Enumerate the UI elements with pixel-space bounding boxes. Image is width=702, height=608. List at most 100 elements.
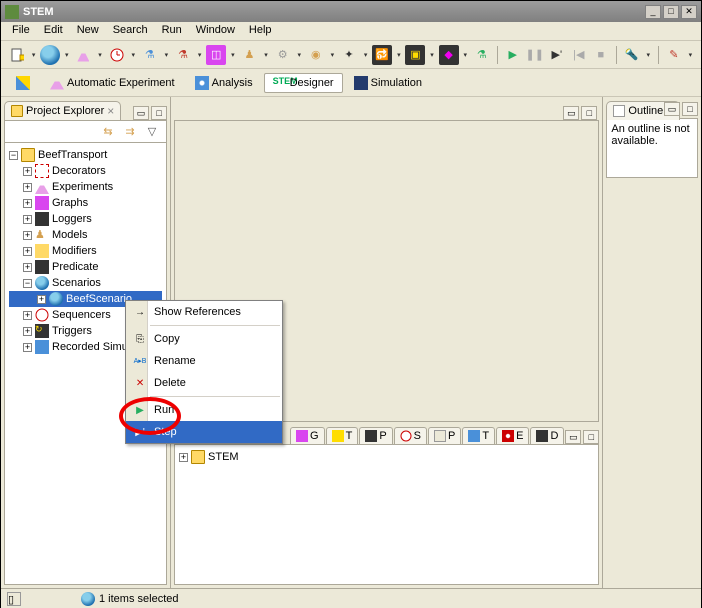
expand-icon[interactable]: + (23, 231, 32, 240)
expand-icon[interactable]: + (23, 343, 32, 352)
flask-red-dropdown[interactable]: ▾ (195, 46, 204, 64)
tree-folder-experiments[interactable]: +Experiments (9, 179, 162, 195)
expand-icon[interactable]: + (37, 295, 46, 304)
bottom-minimize-button[interactable]: ▭ (565, 430, 581, 444)
logger-button[interactable]: ◆ (439, 45, 459, 65)
expand-icon[interactable]: + (23, 167, 32, 176)
expand-icon[interactable]: + (23, 311, 32, 320)
outline-minimize-button[interactable]: ▭ (664, 102, 680, 116)
view-minimize-button[interactable]: ▭ (133, 106, 149, 120)
ctx-show-references[interactable]: →Show References (126, 301, 282, 323)
ctx-run[interactable]: ▶Run (126, 399, 282, 421)
search-dropdown[interactable]: ▾ (644, 46, 653, 64)
scenario-button[interactable] (40, 45, 60, 65)
bottom-tab-e[interactable]: E (496, 427, 529, 444)
perspective-automatic-experiment[interactable]: Automatic Experiment (41, 73, 184, 93)
maximize-button[interactable]: □ (663, 5, 679, 19)
expand-icon[interactable]: + (23, 183, 32, 192)
label-button[interactable]: ◉ (306, 45, 326, 65)
expand-icon[interactable]: + (23, 247, 32, 256)
perspective-designer[interactable]: STEMDesigner (264, 73, 343, 93)
gear-dropdown[interactable]: ▾ (295, 46, 304, 64)
view-menu-button[interactable]: ▽ (142, 122, 162, 142)
modifier-dropdown[interactable]: ▾ (361, 46, 370, 64)
menu-help[interactable]: Help (242, 22, 279, 40)
expand-icon[interactable]: + (23, 199, 32, 208)
bottom-tab-p2[interactable]: P (428, 427, 461, 444)
fastview-icon[interactable]: ▯ (7, 592, 21, 606)
predicate-button[interactable]: ▣ (405, 45, 425, 65)
new-button[interactable] (7, 45, 27, 65)
editor-minimize-button[interactable]: ▭ (563, 106, 579, 120)
tree-folder-loggers[interactable]: +Loggers (9, 211, 162, 227)
person-dropdown[interactable]: ▾ (261, 46, 270, 64)
scenario-dropdown[interactable]: ▾ (62, 46, 71, 64)
back-button[interactable]: |◀ (569, 45, 589, 65)
tree-folder-modifiers[interactable]: +Modifiers (9, 243, 162, 259)
tree-folder-predicate[interactable]: +Predicate (9, 259, 162, 275)
clock-red-dropdown[interactable]: ▾ (129, 46, 138, 64)
run-button[interactable]: ▶ (503, 45, 523, 65)
search-button[interactable]: 🔦 (622, 45, 642, 65)
experiment-dropdown[interactable]: ▾ (95, 46, 104, 64)
graph-button[interactable]: ◫ (206, 45, 226, 65)
expand-icon[interactable]: + (23, 263, 32, 272)
pause-button[interactable]: ❚❚ (525, 45, 545, 65)
tree-folder-graphs[interactable]: +Graphs (9, 195, 162, 211)
bottom-maximize-button[interactable]: □ (583, 430, 599, 444)
link-editor-button[interactable]: ⇉ (120, 122, 140, 142)
perspective-simulation[interactable]: Simulation (345, 73, 431, 93)
flask-green-button[interactable]: ⚗ (472, 45, 492, 65)
menu-window[interactable]: Window (189, 22, 242, 40)
bottom-tab-s[interactable]: S (394, 427, 427, 444)
expand-icon[interactable]: + (23, 215, 32, 224)
bottom-tab-d[interactable]: D (530, 427, 564, 444)
editor-maximize-button[interactable]: □ (581, 106, 597, 120)
bottom-tab-p[interactable]: P (359, 427, 392, 444)
flask-blue-button[interactable]: ⚗ (140, 45, 160, 65)
expand-icon[interactable]: + (23, 327, 32, 336)
ctx-rename[interactable]: A▸BRename (126, 350, 282, 372)
experiment-button[interactable] (73, 45, 93, 65)
menu-new[interactable]: New (70, 22, 106, 40)
expand-icon[interactable]: + (179, 453, 188, 462)
graph-dropdown[interactable]: ▾ (228, 46, 237, 64)
clock-red-button[interactable] (107, 45, 127, 65)
bottom-tab-g[interactable]: G (290, 427, 325, 444)
screenshot-dropdown[interactable]: ▾ (686, 46, 695, 64)
logger-dropdown[interactable]: ▾ (461, 46, 470, 64)
flask-blue-dropdown[interactable]: ▾ (162, 46, 171, 64)
perspective-analysis[interactable]: Analysis (186, 73, 262, 93)
modifier-button[interactable]: ✦ (339, 45, 359, 65)
collapse-all-button[interactable]: ⇆ (98, 122, 118, 142)
predicate-dropdown[interactable]: ▾ (427, 46, 436, 64)
label-dropdown[interactable]: ▾ (328, 46, 337, 64)
bottom-tree-area[interactable]: +STEM (174, 445, 599, 585)
trigger-dropdown[interactable]: ▾ (394, 46, 403, 64)
expand-icon[interactable]: − (9, 151, 18, 160)
tree-folder-scenarios[interactable]: −Scenarios (9, 275, 162, 291)
stop-button[interactable]: ■ (591, 45, 611, 65)
bottom-tab-t[interactable]: T (326, 427, 359, 444)
ctx-step[interactable]: ▶'Step (126, 421, 282, 443)
bottom-tab-t2[interactable]: T (462, 427, 495, 444)
menu-run[interactable]: Run (155, 22, 189, 40)
perspective-open-button[interactable] (7, 73, 39, 93)
minimize-button[interactable]: _ (645, 5, 661, 19)
project-explorer-tab[interactable]: Project Explorer × (4, 101, 121, 120)
screenshot-button[interactable]: ✎ (664, 45, 684, 65)
tree-stem-root[interactable]: +STEM (179, 449, 594, 465)
outline-maximize-button[interactable]: □ (682, 102, 698, 116)
tree-project[interactable]: −BeefTransport (9, 147, 162, 163)
menu-search[interactable]: Search (106, 22, 155, 40)
project-explorer-close[interactable]: × (107, 104, 114, 118)
ctx-delete[interactable]: ✕Delete (126, 372, 282, 394)
expand-icon[interactable]: − (23, 279, 32, 288)
flask-red-button[interactable]: ⚗ (173, 45, 193, 65)
menu-edit[interactable]: Edit (37, 22, 70, 40)
step-button[interactable]: ▶' (547, 45, 567, 65)
gear-button[interactable]: ⚙ (273, 45, 293, 65)
ctx-copy[interactable]: ⎘Copy (126, 328, 282, 350)
tree-folder-decorators[interactable]: +Decorators (9, 163, 162, 179)
close-button[interactable]: ✕ (681, 5, 697, 19)
